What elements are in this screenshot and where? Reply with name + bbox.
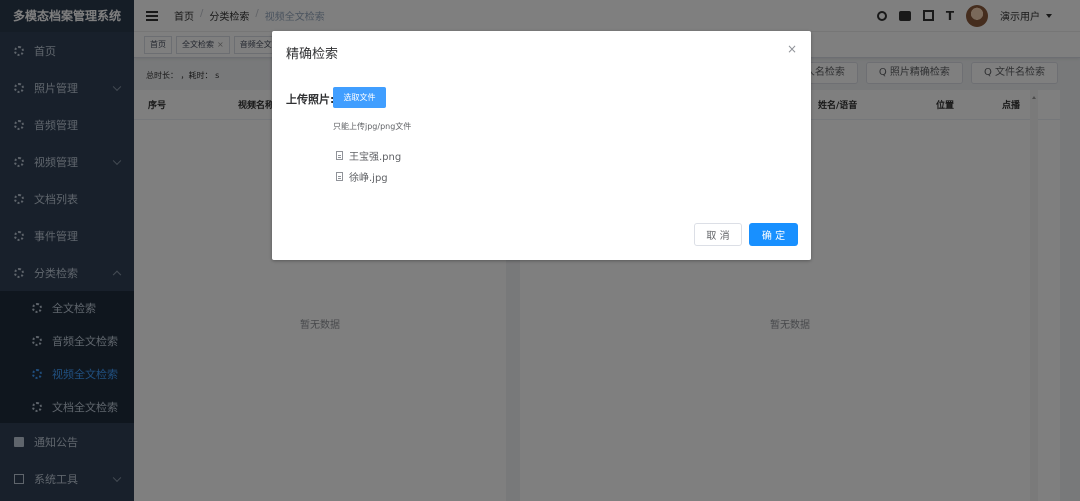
list-item[interactable]: 王宝强.png	[336, 145, 401, 166]
document-icon	[336, 151, 343, 160]
cancel-button[interactable]: 取 消	[694, 223, 742, 246]
upload-photo-label: 上传照片:	[286, 93, 335, 106]
upload-tip: 只能上传jpg/png文件	[333, 122, 412, 131]
list-item[interactable]: 徐峥.jpg	[336, 166, 401, 187]
close-icon[interactable]: ×	[787, 42, 797, 56]
file-name: 王宝强.png	[349, 152, 402, 163]
select-file-button[interactable]: 选取文件	[333, 87, 386, 108]
file-name: 徐峥.jpg	[349, 173, 388, 184]
confirm-button[interactable]: 确 定	[749, 223, 798, 246]
file-list: 王宝强.png 徐峥.jpg	[336, 145, 401, 187]
precise-search-dialog: 精确检索 × 上传照片: 选取文件 只能上传jpg/png文件 王宝强.png …	[272, 31, 811, 260]
dialog-title: 精确检索	[286, 47, 339, 62]
document-icon	[336, 172, 343, 181]
